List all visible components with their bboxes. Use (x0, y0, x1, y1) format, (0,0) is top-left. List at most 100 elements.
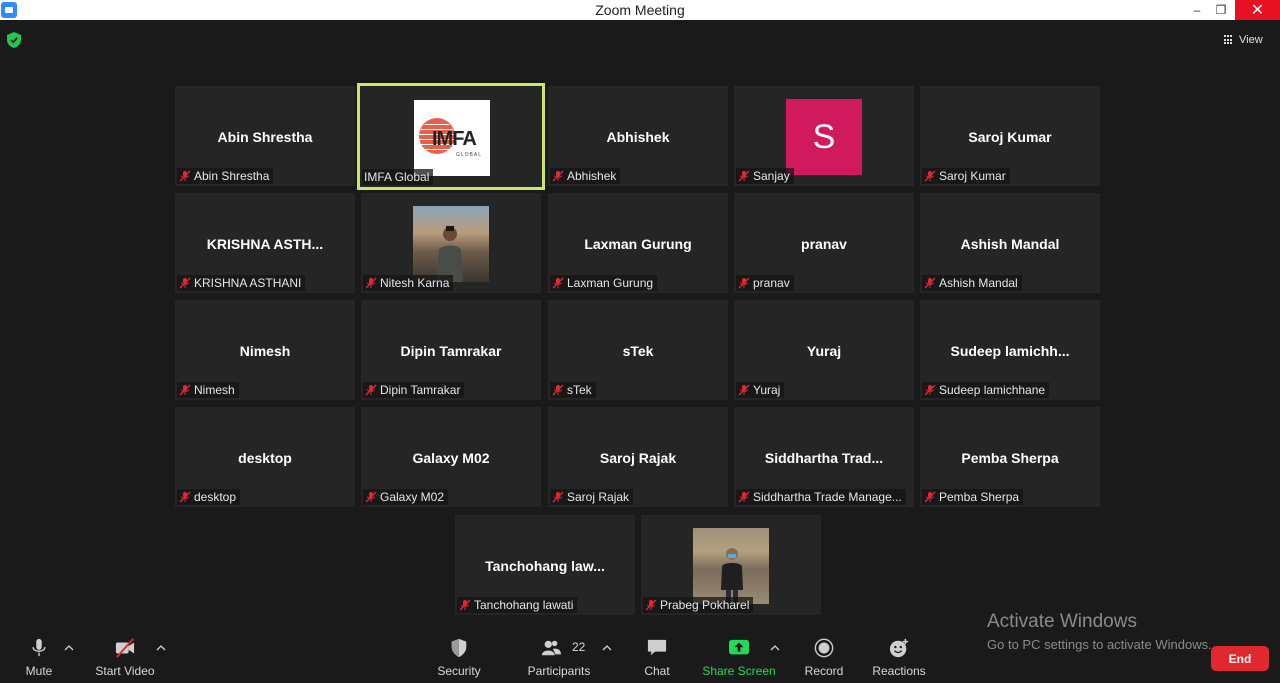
mic-muted-icon (738, 277, 750, 289)
participant-display-name: KRISHNA ASTH... (206, 236, 324, 252)
participant-tile[interactable]: Tanchohang law... Tanchohang lawati (455, 515, 635, 615)
mic-muted-icon (738, 491, 750, 503)
participant-name-label: Dipin Tamrakar (363, 382, 465, 398)
participant-tile[interactable]: Nimesh Nimesh (175, 300, 355, 400)
close-button[interactable]: ✕ (1235, 0, 1280, 20)
share-screen-label: Share Screen (702, 664, 776, 678)
mic-muted-icon (924, 384, 936, 396)
participant-tile[interactable]: Siddhartha Trad... Siddhartha Trade Mana… (734, 407, 914, 507)
participant-name: Pemba Sherpa (939, 490, 1020, 504)
grid-view-icon (1224, 35, 1234, 45)
participant-tile[interactable]: Laxman Gurung Laxman Gurung (548, 193, 728, 293)
encryption-shield-icon[interactable] (7, 32, 21, 48)
participant-display-name: Siddhartha Trad... (764, 450, 884, 466)
participant-name: KRISHNA ASTHANI (194, 276, 302, 290)
participant-tile[interactable]: Galaxy M02 Galaxy M02 (361, 407, 541, 507)
participant-name-label: Prabeg Pokharel (643, 597, 754, 613)
participant-name: Tanchohang lawati (474, 598, 574, 612)
participant-name-label: sTek (550, 382, 596, 398)
participant-tile[interactable]: sTek sTek (548, 300, 728, 400)
participant-name-label: pranav (736, 275, 794, 291)
watermark-title: Activate Windows (987, 611, 1137, 632)
mic-muted-icon (179, 384, 191, 396)
participants-options-caret-icon[interactable] (602, 644, 612, 652)
mic-muted-icon (738, 384, 750, 396)
title-bar: Zoom Meeting – ❐ ✕ (0, 0, 1280, 20)
mute-button[interactable]: Mute (22, 638, 56, 678)
reactions-button[interactable]: Reactions (872, 638, 926, 678)
participant-tile[interactable]: pranav pranav (734, 193, 914, 293)
maximize-button[interactable]: ❐ (1206, 0, 1236, 20)
participant-tile[interactable]: Pemba Sherpa Pemba Sherpa (920, 407, 1100, 507)
chat-button[interactable]: Chat (642, 638, 672, 678)
participant-display-name: pranav (801, 236, 847, 252)
microphone-icon (32, 638, 46, 657)
participant-tile-active-speaker[interactable]: IMFA GLOBAL IMFA Global (357, 83, 545, 190)
chat-bubble-icon (647, 639, 667, 656)
participant-name-label: Abin Shrestha (177, 168, 274, 184)
participant-tile[interactable]: Saroj Rajak Saroj Rajak (548, 407, 728, 507)
participant-name: Ashish Mandal (939, 276, 1018, 290)
participant-tile[interactable]: Prabeg Pokharel (641, 515, 821, 615)
participant-tile[interactable]: Abhishek Abhishek (548, 86, 728, 186)
participant-display-name: Pemba Sherpa (961, 450, 1059, 466)
view-label: View (1239, 34, 1263, 46)
mic-muted-icon (179, 491, 191, 503)
end-meeting-button[interactable]: End (1211, 646, 1269, 671)
participants-icon (541, 640, 561, 656)
mic-muted-icon (552, 491, 564, 503)
participant-name-label: Ashish Mandal (922, 275, 1022, 291)
record-label: Record (804, 664, 844, 678)
chat-label: Chat (644, 664, 670, 678)
participant-tile[interactable]: Sudeep lamichh... Sudeep lamichhane (920, 300, 1100, 400)
participant-name: Laxman Gurung (567, 276, 654, 290)
participant-name-label: IMFA Global (362, 169, 434, 185)
share-screen-button[interactable]: Share Screen (702, 638, 776, 678)
security-shield-icon (451, 638, 467, 658)
participant-name: desktop (194, 490, 237, 504)
view-button[interactable]: View (1224, 32, 1263, 48)
mic-muted-icon (738, 170, 750, 182)
mic-muted-icon (365, 384, 377, 396)
participant-display-name: Abhishek (606, 129, 670, 145)
mic-muted-icon (179, 277, 191, 289)
video-options-caret-icon[interactable] (156, 644, 166, 652)
participant-tile[interactable]: Saroj Kumar Saroj Kumar (920, 86, 1100, 186)
mic-muted-icon (365, 491, 377, 503)
participant-tile[interactable]: KRISHNA ASTH... KRISHNA ASTHANI (175, 193, 355, 293)
participant-display-name: Laxman Gurung (584, 236, 692, 252)
reactions-label: Reactions (872, 664, 926, 678)
participant-name: Nitesh Karna (380, 276, 450, 290)
participant-tile[interactable]: Ashish Mandal Ashish Mandal (920, 193, 1100, 293)
participant-tile[interactable]: S Sanjay (734, 86, 914, 186)
prabeg-video-feed (693, 528, 769, 604)
mic-muted-icon (552, 384, 564, 396)
participant-display-name: Saroj Kumar (968, 129, 1052, 145)
participant-name-label: Siddhartha Trade Manage... (736, 489, 906, 505)
participant-name-label: Yuraj (736, 382, 785, 398)
participant-name: Abin Shrestha (194, 169, 270, 183)
security-button[interactable]: Security (436, 638, 482, 678)
activate-windows-watermark: Activate Windows Go to PC settings to ac… (987, 611, 1212, 652)
participant-display-name: Dipin Tamrakar (400, 343, 502, 359)
participant-name: Yuraj (753, 383, 781, 397)
audio-options-caret-icon[interactable] (64, 644, 74, 652)
window-title: Zoom Meeting (595, 2, 685, 18)
participants-label: Participants (527, 664, 591, 678)
participant-name: Saroj Kumar (939, 169, 1006, 183)
participant-tile[interactable]: Dipin Tamrakar Dipin Tamrakar (361, 300, 541, 400)
participant-name: Sudeep lamichhane (939, 383, 1046, 397)
participant-name: pranav (753, 276, 790, 290)
participant-tile[interactable]: Yuraj Yuraj (734, 300, 914, 400)
mic-muted-icon (179, 170, 191, 182)
participant-tile[interactable]: Abin Shrestha Abin Shrestha (175, 86, 355, 186)
participant-name: Prabeg Pokharel (660, 598, 750, 612)
share-options-caret-icon[interactable] (770, 644, 780, 652)
record-button[interactable]: Record (804, 638, 844, 678)
participant-tile[interactable]: Nitesh Karna (361, 193, 541, 293)
start-video-button[interactable]: Start Video (94, 638, 156, 678)
participant-tile[interactable]: desktop desktop (175, 407, 355, 507)
participant-name: sTek (567, 383, 592, 397)
security-label: Security (437, 664, 481, 678)
mic-muted-icon (924, 170, 936, 182)
